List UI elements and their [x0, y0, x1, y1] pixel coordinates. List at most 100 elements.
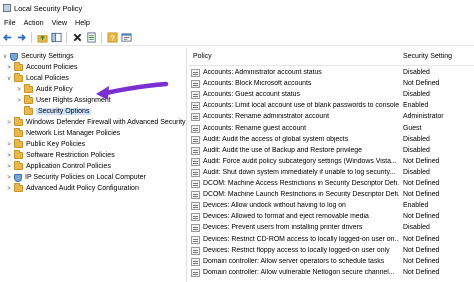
policy-name: Devices: Restrict CD-ROM access to local… [203, 235, 399, 243]
menu-file[interactable]: File [0, 18, 20, 27]
tree-node-software-restriction[interactable]: > Software Restriction Policies [6, 150, 115, 161]
policy-name: DCOM: Machine Launch Restrictions in Sec… [203, 191, 399, 199]
security-setting-value: Not Defined [403, 80, 440, 88]
tree-expander-icon[interactable]: > [6, 153, 12, 159]
policy-name: Accounts: Administrator account status [203, 69, 322, 76]
policy-icon [191, 102, 200, 111]
policy-name: Devices: Allow undock without having to … [203, 202, 346, 210]
tree-node-label: Audit Policy [36, 86, 73, 93]
properties-icon[interactable] [120, 31, 133, 44]
tree-expander-icon[interactable]: > [6, 175, 12, 181]
policy-icon [191, 157, 200, 166]
table-row[interactable]: DCOM: Machine Access Restrictions in Sec… [188, 178, 474, 189]
tree-node-local-policies[interactable]: v Local Policies [6, 73, 69, 84]
policy-icon [191, 80, 200, 89]
tree-expander-icon[interactable]: v [6, 76, 12, 82]
folder-icon [24, 106, 33, 115]
tree-node-application-control[interactable]: > Application Control Policies [6, 161, 111, 172]
security-setting-value: Disabled [403, 224, 430, 232]
folder-icon [14, 139, 23, 148]
security-setting-value: Enabled [403, 202, 429, 210]
export-list-icon[interactable] [85, 31, 98, 44]
security-setting-value: Not Defined [403, 257, 440, 265]
help-icon[interactable]: ? [106, 31, 119, 44]
security-setting-value: Not Defined [403, 191, 440, 199]
security-setting-value: Enabled [403, 102, 429, 110]
policy-icon [191, 124, 200, 133]
tree-node-ip-security[interactable]: > IP Security Policies on Local Computer [6, 172, 146, 183]
tree-node-security-settings[interactable]: v Security Settings [2, 51, 74, 62]
table-row[interactable]: Accounts: Rename guest account Guest [188, 123, 474, 134]
table-row[interactable]: Domain controller: Allow server operator… [188, 256, 474, 267]
policy-name: Accounts: Limit local account use of bla… [203, 102, 399, 110]
policy-icon [191, 202, 200, 211]
tree-node-label: IP Security Policies on Local Computer [25, 174, 146, 181]
security-setting-value: Not Defined [403, 235, 440, 243]
table-row[interactable]: Audit: Audit the access of global system… [188, 134, 474, 145]
tree-expander-icon[interactable]: > [16, 98, 22, 104]
delete-icon[interactable] [71, 31, 84, 44]
tree-node-label: Security Options [36, 108, 92, 115]
tree-node-account-policies[interactable]: > Account Policies [6, 62, 77, 73]
table-row[interactable]: DCOM: Machine Launch Restrictions in Sec… [188, 189, 474, 200]
tree-expander-icon[interactable]: > [16, 87, 22, 93]
tree-expander-icon[interactable]: > [6, 186, 12, 192]
tree-node-windows-defender-firewall[interactable]: > Windows Defender Firewall with Advance… [6, 117, 186, 128]
policy-icon [191, 69, 200, 77]
table-row[interactable]: Accounts: Guest account status Disabled [188, 89, 474, 100]
tree-expander-icon[interactable]: v [2, 54, 8, 60]
menu-view[interactable]: View [48, 18, 71, 27]
column-header-security-setting[interactable]: Security Setting [403, 53, 452, 60]
table-row[interactable]: Accounts: Rename administrator account Ad… [188, 111, 474, 122]
tree-expander-icon[interactable]: > [6, 65, 12, 71]
policy-icon [191, 146, 200, 155]
tree-node-label: Public Key Policies [26, 141, 86, 148]
toolbar-separator [101, 31, 102, 43]
security-setting-value: Administrator [403, 113, 444, 121]
policy-name: Domain controller: Allow server operator… [203, 257, 385, 265]
tree-node-network-list-manager[interactable]: Network List Manager Policies [6, 128, 120, 139]
table-row[interactable]: Domain controller: Allow vulnerable Netl… [188, 267, 474, 278]
back-icon[interactable] [1, 31, 14, 44]
folder-icon [14, 183, 23, 192]
table-row[interactable]: Audit: Shut down system immediately if u… [188, 167, 474, 178]
forward-icon[interactable] [15, 31, 28, 44]
tree-expander-icon [16, 109, 22, 115]
folder-icon [14, 73, 23, 82]
folder-icon [24, 95, 33, 104]
column-header-policy[interactable]: Policy [193, 53, 212, 60]
table-row[interactable]: Audit: Force audit policy subcategory se… [188, 156, 474, 167]
policy-icon [191, 113, 200, 122]
policy-icon [191, 268, 200, 277]
security-setting-value: Not Defined [403, 157, 440, 165]
policy-name: Audit: Shut down system immediately if u… [203, 168, 396, 176]
table-row[interactable]: Accounts: Block Microsoft accounts Not De… [188, 78, 474, 89]
toolbar: ? [0, 29, 474, 46]
menu-action[interactable]: Action [20, 18, 48, 27]
table-row[interactable]: Accounts: Limit local account use of bla… [188, 100, 474, 111]
show-hide-tree-icon[interactable] [50, 31, 63, 44]
svg-text:?: ? [110, 33, 114, 42]
security-setting-value: Not Defined [403, 268, 440, 276]
menu-bar: File Action View Help [0, 16, 474, 29]
tree-expander-icon[interactable]: > [6, 142, 12, 148]
table-row[interactable]: Audit: Audit the use of Backup and Resto… [188, 145, 474, 156]
tree-node-public-key-policies[interactable]: > Public Key Policies [6, 139, 85, 150]
up-folder-icon[interactable] [36, 31, 49, 44]
tree-node-label: Windows Defender Firewall with Advanced … [26, 119, 186, 126]
tree-node-audit-policy[interactable]: > Audit Policy [16, 84, 73, 95]
policy-name: Devices: Prevent users from installing p… [203, 224, 363, 232]
tree-node-security-options[interactable]: Security Options [16, 106, 92, 117]
menu-help[interactable]: Help [71, 18, 94, 27]
table-row[interactable]: Devices: Allow undock without having to … [188, 200, 474, 211]
table-row[interactable]: Accounts: Administrator account status Di… [188, 67, 474, 78]
table-row[interactable]: Devices: Restrict CD-ROM access to local… [188, 234, 474, 245]
table-row[interactable]: Devices: Allowed to format and eject rem… [188, 211, 474, 222]
table-row[interactable]: Devices: Prevent users from installing p… [188, 222, 474, 233]
folder-icon [14, 62, 23, 71]
tree-expander-icon[interactable]: > [6, 164, 12, 170]
tree-expander-icon[interactable]: > [6, 120, 12, 126]
tree-node-advanced-audit[interactable]: > Advanced Audit Policy Configuration [6, 183, 139, 194]
tree-expander-icon [6, 131, 12, 137]
table-row[interactable]: Devices: Restrict floppy access to local… [188, 245, 474, 256]
